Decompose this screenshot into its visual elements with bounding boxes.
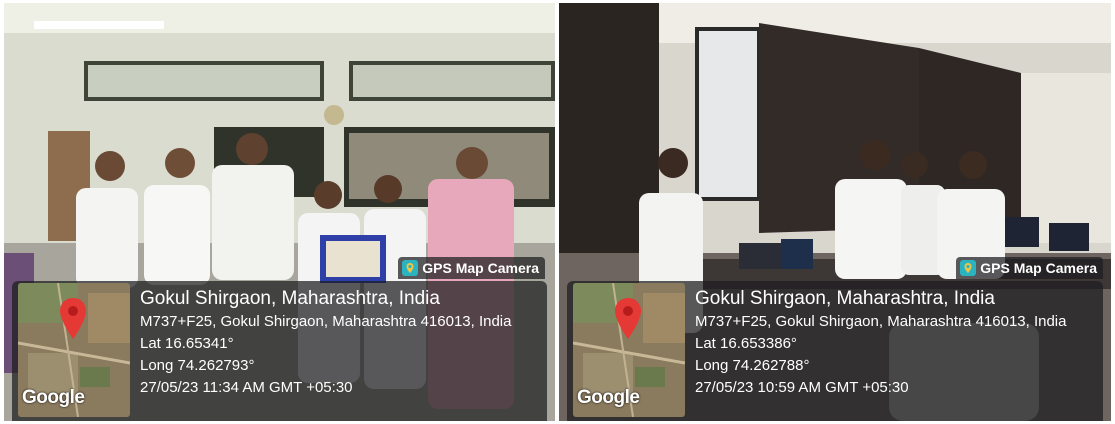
geotag-photo-left: GPS Map Camera Google Gokul Shirgaon, Ma… (4, 3, 555, 421)
geotag-info-panel: Google Gokul Shirgaon, Maharashtra, Indi… (567, 281, 1103, 421)
geotag-photo-right: GPS Map Camera Google Gokul Shirgaon, Ma… (559, 3, 1111, 421)
map-pin-icon (615, 298, 641, 339)
latitude: Lat 16.653386° (695, 335, 797, 352)
gps-map-camera-badge: GPS Map Camera (398, 257, 545, 279)
timestamp: 27/05/23 11:34 AM GMT +05:30 (140, 379, 353, 396)
google-logo: Google (22, 387, 85, 408)
gps-map-camera-badge: GPS Map Camera (956, 257, 1103, 279)
location-title: Gokul Shirgaon, Maharashtra, India (140, 288, 440, 309)
geotag-info-panel: Google Gokul Shirgaon, Maharashtra, Indi… (12, 281, 547, 421)
satellite-map-thumbnail: Google (18, 283, 130, 417)
google-logo: Google (577, 387, 640, 408)
timestamp: 27/05/23 10:59 AM GMT +05:30 (695, 379, 909, 396)
gps-map-camera-icon (402, 260, 419, 276)
satellite-map-thumbnail: Google (573, 283, 685, 417)
badge-label: GPS Map Camera (980, 260, 1097, 276)
longitude: Long 74.262793° (140, 357, 255, 374)
badge-label: GPS Map Camera (422, 260, 539, 276)
longitude: Long 74.262788° (695, 357, 810, 374)
location-title: Gokul Shirgaon, Maharashtra, India (695, 288, 995, 309)
geotag-text: Gokul Shirgaon, Maharashtra, India M737+… (695, 287, 1097, 399)
latitude: Lat 16.65341° (140, 335, 234, 352)
address-line: M737+F25, Gokul Shirgaon, Maharashtra 41… (695, 313, 1067, 330)
map-pin-icon (60, 298, 86, 339)
address-line: M737+F25, Gokul Shirgaon, Maharashtra 41… (140, 313, 512, 330)
gps-map-camera-icon (960, 260, 977, 276)
geotag-text: Gokul Shirgaon, Maharashtra, India M737+… (140, 287, 541, 399)
